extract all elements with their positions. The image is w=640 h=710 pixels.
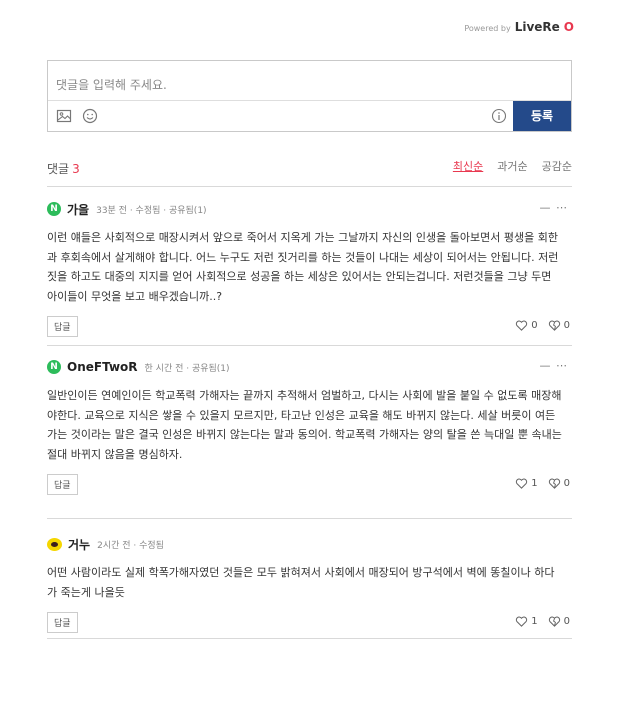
comment-header: N 가을 33분 전 · 수정됨 · 공유됨(1) — ⋯ [47,200,572,218]
more-options-icon[interactable]: — ⋯ [540,359,569,372]
heart-icon[interactable] [515,615,528,628]
comment-author[interactable]: 거누 [68,536,90,553]
comment-item: N OneFTwoR 한 시간 전 · 공유됨(1) — ⋯ 일반인이든 연예인… [47,358,572,496]
sort-most-liked[interactable]: 공감순 [542,158,572,174]
comment-header: 거누 2시간 전 · 수정됨 [47,535,572,553]
comment-author[interactable]: OneFTwoR [67,360,138,374]
comment-meta: 33분 전 · 수정됨 · 공유됨(1) [96,205,207,216]
comment-meta: 한 시간 전 · 공유됨(1) [144,363,230,374]
broken-heart-icon[interactable] [548,477,561,490]
emoji-icon[interactable] [82,108,98,124]
comment-footer: 답글 1 0 [47,612,572,634]
comment-body: 일반인이든 연예인이든 학교폭력 가해자는 끝까지 추적해서 엄벌하고, 다시는… [47,389,562,461]
comment-count: 3 [72,162,80,176]
comment-editor[interactable]: 댓글을 입력해 주세요. 등록 [47,60,572,132]
editor-toolbar: 등록 [48,100,571,131]
like-count: 1 [531,478,538,489]
powered-by-text: Powered by [464,24,511,33]
image-icon[interactable] [56,108,72,124]
naver-n-icon: N [47,202,61,216]
livere-logo-mark: O [563,20,574,34]
divider [47,518,572,519]
submit-button[interactable]: 등록 [513,101,571,131]
divider [47,186,572,187]
dislike-count: 0 [563,616,570,627]
comment-input-placeholder[interactable]: 댓글을 입력해 주세요. [56,76,167,93]
comment-count-label: 댓글 [47,162,70,176]
divider [47,638,572,639]
divider [47,345,572,346]
comments-header: 댓글 3 최신순 과거순 공감순 [47,158,572,178]
heart-icon[interactable] [515,319,528,332]
sort-options: 최신순 과거순 공감순 [453,158,572,174]
vote-group: 1 0 [515,477,570,490]
info-icon[interactable] [491,108,507,124]
more-options-icon[interactable]: — ⋯ [540,201,569,214]
reply-button[interactable]: 답글 [47,474,78,495]
kakao-icon [47,537,62,551]
broken-heart-icon[interactable] [548,615,561,628]
dislike-count: 0 [563,320,570,331]
vote-group: 1 0 [515,615,570,628]
sort-oldest[interactable]: 과거순 [497,158,527,174]
comment-author[interactable]: 가을 [67,201,89,218]
reply-button[interactable]: 답글 [47,316,78,337]
dislike-count: 0 [563,478,570,489]
comment-body: 이런 얘들은 사회적으로 매장시켜서 앞으로 죽어서 지옥게 가는 그날까지 자… [47,231,559,303]
powered-by-livere[interactable]: Powered by LiveRe O [464,20,574,34]
broken-heart-icon[interactable] [548,319,561,332]
naver-n-icon: N [47,360,61,374]
livere-comment-widget: Powered by LiveRe O 댓글을 입력해 주세요. 등록 댓글 3… [0,0,640,710]
comment-body: 어떤 사람이라도 실제 학폭가해자였던 것들은 모두 밝혀져서 사회에서 매장되… [47,566,555,599]
comment-meta: 2시간 전 · 수정됨 [97,540,164,551]
comment-footer: 답글 0 0 [47,316,572,338]
like-count: 1 [531,616,538,627]
sort-latest[interactable]: 최신순 [453,158,483,174]
heart-icon[interactable] [515,477,528,490]
like-count: 0 [531,320,538,331]
comment-footer: 답글 1 0 [47,474,572,496]
vote-group: 0 0 [515,319,570,332]
livere-logo-text: LiveRe [514,20,560,34]
comment-item: 거누 2시간 전 · 수정됨 어떤 사람이라도 실제 학폭가해자였던 것들은 모… [47,535,572,634]
comment-header: N OneFTwoR 한 시간 전 · 공유됨(1) — ⋯ [47,358,572,376]
comment-item: N 가을 33분 전 · 수정됨 · 공유됨(1) — ⋯ 이런 얘들은 사회적… [47,200,572,338]
reply-button[interactable]: 답글 [47,612,78,633]
